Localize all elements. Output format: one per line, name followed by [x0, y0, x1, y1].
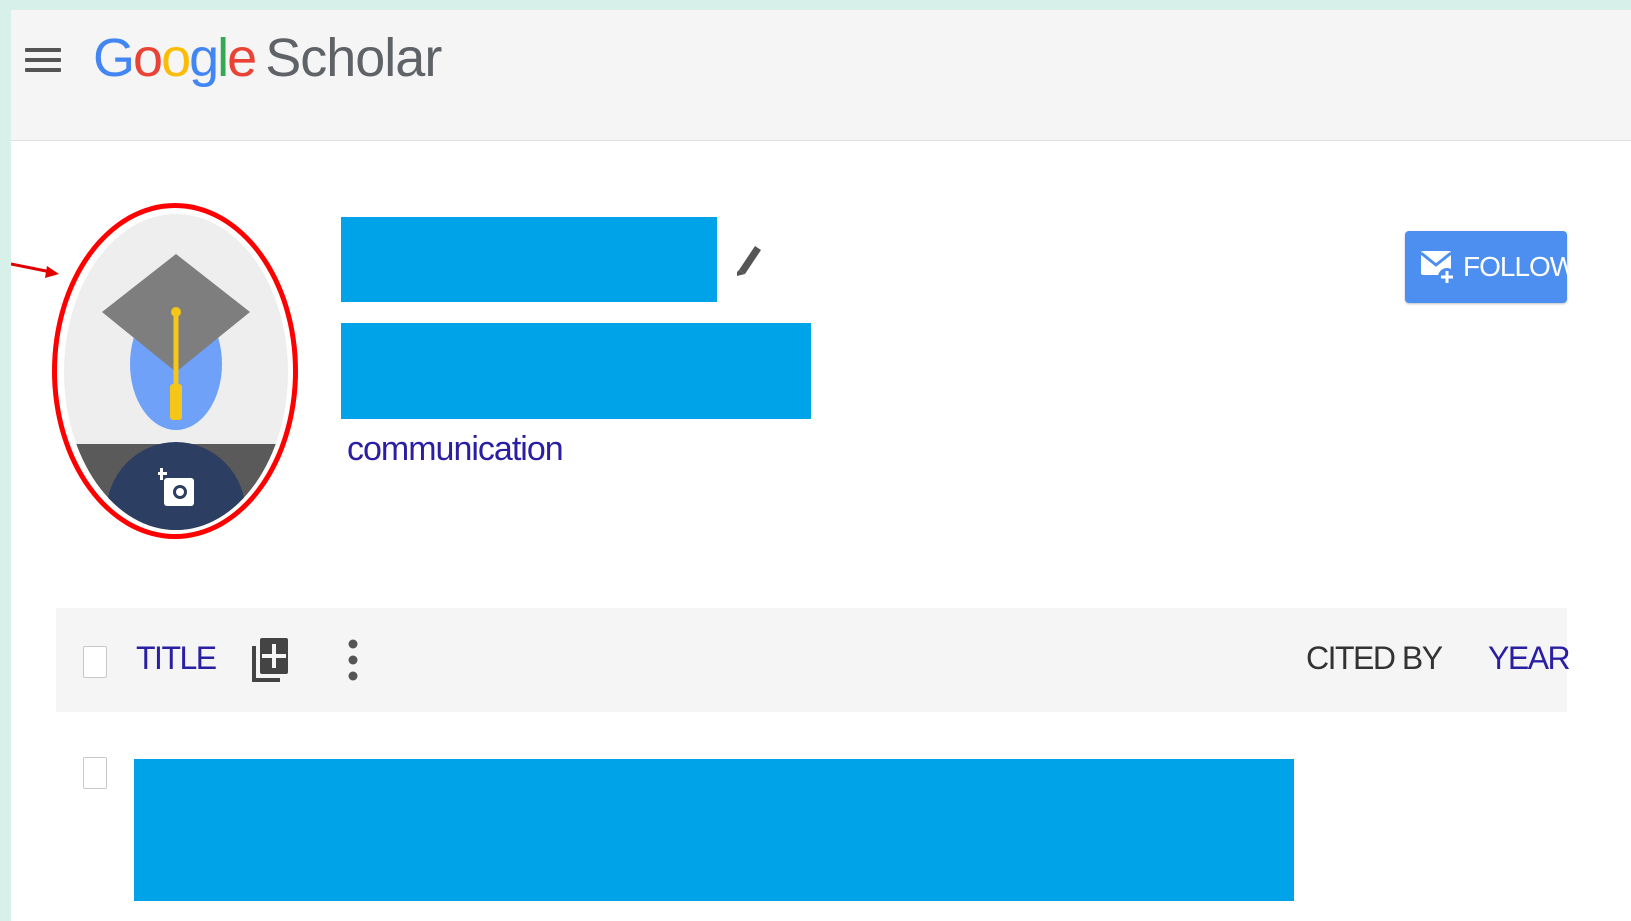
sort-by-year[interactable]: YEAR — [1488, 640, 1571, 677]
follow-button[interactable]: FOLLOW — [1405, 231, 1576, 303]
add-to-library-icon[interactable] — [252, 638, 288, 682]
articles-table-header: TITLE CITED BY YEAR — [56, 608, 1571, 712]
profile-name-redacted — [341, 217, 717, 302]
research-interest-link[interactable]: communication — [347, 430, 564, 469]
article-row-checkbox[interactable] — [83, 757, 107, 789]
logo-scholar: Scholar — [265, 28, 442, 88]
top-bar: Google Scholar — [11, 10, 1631, 141]
pencil-icon[interactable] — [733, 242, 763, 278]
follow-label: FOLLOW — [1463, 251, 1576, 282]
sort-by-title[interactable]: TITLE — [136, 640, 217, 677]
more-vert-icon[interactable] — [347, 638, 359, 682]
annotation-circle — [52, 203, 298, 539]
menu-icon[interactable] — [25, 42, 61, 78]
annotation-arrow — [11, 262, 59, 278]
sort-by-cited-by[interactable]: CITED BY — [1306, 640, 1443, 677]
google-scholar-logo[interactable]: Google Scholar — [93, 26, 442, 90]
article-title-redacted — [134, 759, 1294, 901]
follow-mail-icon — [1420, 251, 1455, 286]
profile-page: Google Scholar communication FOLLOW TITL… — [11, 10, 1631, 921]
profile-affiliation-redacted — [341, 323, 811, 419]
select-all-checkbox[interactable] — [83, 646, 107, 678]
logo-google: Google — [93, 28, 257, 88]
